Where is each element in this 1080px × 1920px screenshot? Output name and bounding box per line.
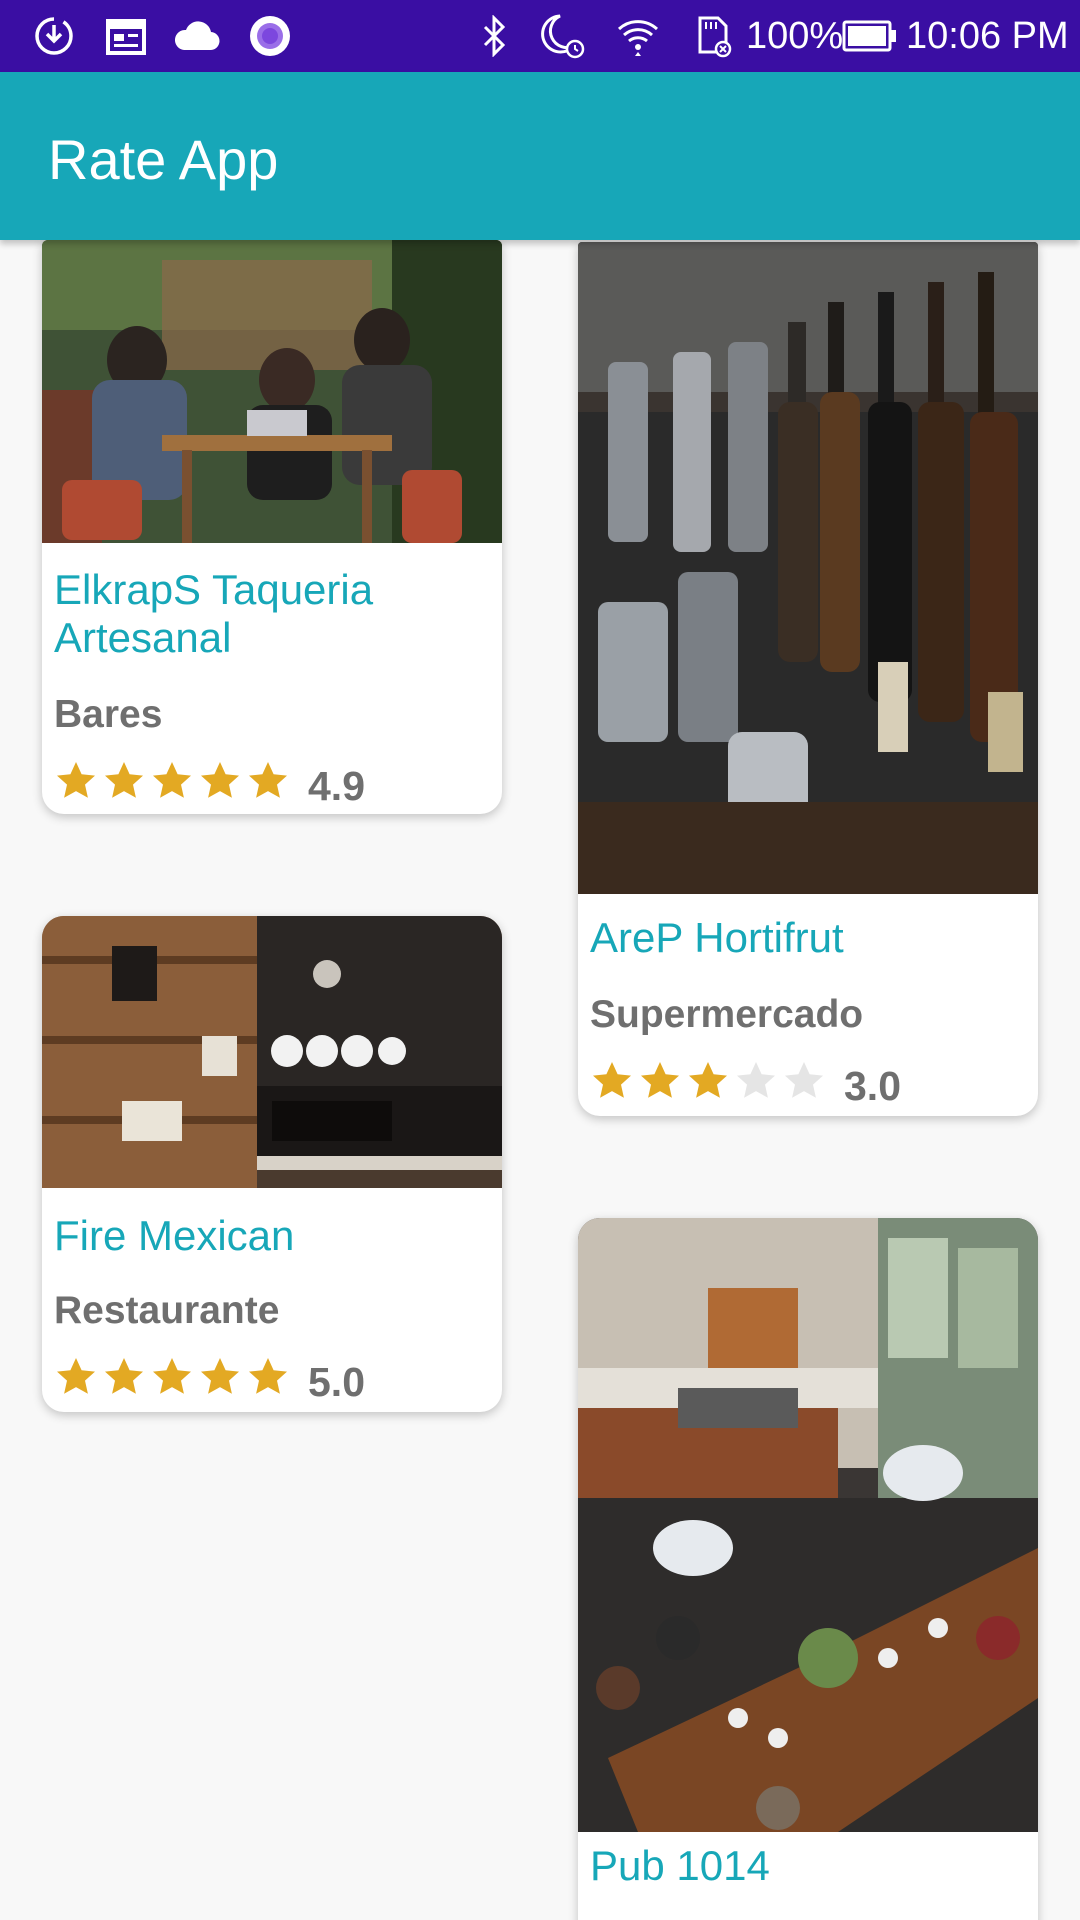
- download-sync-icon: [30, 12, 78, 60]
- star-icon: [102, 1355, 146, 1399]
- star-icon: [590, 1059, 634, 1103]
- do-not-disturb-alarm-icon: [538, 12, 586, 60]
- battery-icon: [842, 12, 898, 60]
- place-category: Restaurante: [54, 1289, 280, 1332]
- circle-record-icon: [246, 12, 294, 60]
- battery-percent: 100%: [746, 15, 844, 57]
- place-photo-coffee-shop-wall: [42, 916, 502, 1188]
- place-category: Bares: [54, 693, 163, 736]
- app-title: Rate App: [48, 128, 279, 191]
- place-card[interactable]: Fire Mexican Restaurante 5.0: [42, 916, 502, 1412]
- rating-value: 3.0: [844, 1063, 901, 1109]
- star-icon: [54, 759, 98, 803]
- place-photo-bar-bottles: [578, 242, 1038, 894]
- calendar-icon: [102, 12, 150, 60]
- place-name: ElkrapS Taqueria Artesanal: [54, 566, 374, 661]
- places-grid[interactable]: ElkrapS Taqueria Artesanal Bares 4.9 Are…: [0, 240, 1080, 1920]
- place-category: Supermercado: [590, 993, 864, 1036]
- star-icon: [782, 1059, 826, 1103]
- place-photo-people-working-at-table: [42, 240, 502, 543]
- status-bar: 100% 10:06 PM: [0, 0, 1080, 72]
- place-card[interactable]: ElkrapS Taqueria Artesanal Bares 4.9: [42, 240, 502, 814]
- star-icon: [102, 759, 146, 803]
- sd-card-icon: [688, 12, 736, 60]
- star-icon: [686, 1059, 730, 1103]
- place-card[interactable]: AreP Hortifrut Supermercado 3.0: [578, 242, 1038, 1116]
- cloud-icon: [172, 12, 220, 60]
- app-bar: Rate App: [0, 72, 1080, 240]
- rating-value: 4.9: [308, 763, 365, 809]
- rating-row: 5.0: [54, 1348, 365, 1406]
- place-photo-restaurant-overhead: [578, 1218, 1038, 1832]
- clock: 10:06 PM: [906, 15, 1069, 57]
- rating-row: 4.9: [54, 752, 365, 810]
- star-icon: [734, 1059, 778, 1103]
- star-icon: [638, 1059, 682, 1103]
- star-icon: [150, 759, 194, 803]
- wifi-icon: [614, 12, 662, 60]
- rating-row: 3.0: [590, 1052, 901, 1110]
- star-icon: [150, 1355, 194, 1399]
- star-icon: [198, 1355, 242, 1399]
- star-icon: [198, 759, 242, 803]
- place-name: Fire Mexican: [54, 1212, 295, 1259]
- bluetooth-icon: [470, 12, 518, 60]
- star-icon: [54, 1355, 98, 1399]
- place-name: Pub 1014: [590, 1842, 770, 1889]
- rating-value: 5.0: [308, 1359, 365, 1405]
- star-icon: [246, 759, 290, 803]
- star-icon: [246, 1355, 290, 1399]
- place-name: AreP Hortifrut: [590, 914, 844, 961]
- place-card[interactable]: Pub 1014: [578, 1218, 1038, 1920]
